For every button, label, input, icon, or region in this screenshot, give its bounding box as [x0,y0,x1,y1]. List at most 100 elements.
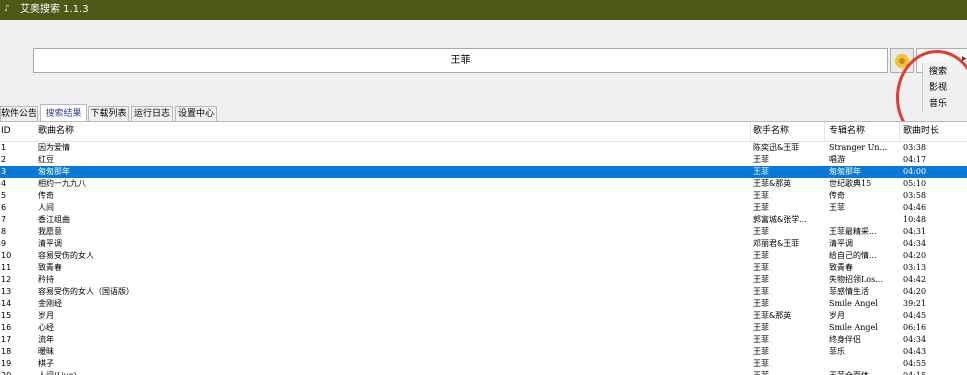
tab-run-log[interactable]: 运行日志 [131,106,173,122]
cell-song: 致青春 [38,263,62,272]
cell-singer: 邓丽君&王菲 [753,239,800,248]
cell-id: 19 [1,359,12,368]
cell-id: 16 [1,323,12,332]
cell-song: 香江组曲 [38,215,70,224]
cell-album: 失物招领Los... [829,275,883,284]
table-row[interactable]: 20人间(Live)王菲 王菲全面体...04:15 [0,370,967,375]
table-row[interactable]: 18 暧昧 王菲 菲乐 04:43 [0,346,967,358]
column-header-id[interactable]: ID [1,125,11,137]
cell-song: 容易受伤的女人（国语版） [38,287,134,296]
column-header-album[interactable]: 专辑名称 [829,125,865,137]
cell-song: 清平调 [38,239,62,248]
cell-album: 岁月 [829,311,845,320]
cell-album: 王菲全面体... [829,370,901,375]
cell-duration: 03:58 [903,191,927,200]
cell-album: 终身伴侣 [829,335,861,344]
cell-singer: 王菲 [753,203,769,212]
cell-id: 12 [1,275,12,284]
cell-song: 金刚经 [38,299,62,308]
table-row[interactable]: 11 致青春 王菲 致青春 03:13 [0,262,967,274]
table-row[interactable]: 10 容易受伤的女人 王菲 给自己的情... 04:20 [0,250,967,262]
tab-settings[interactable]: 设置中心 [175,106,217,122]
table-row[interactable]: 9 清平调 邓丽君&王菲 清平调 04:34 [0,238,967,250]
column-header-singer[interactable]: 歌手名称 [753,125,789,137]
cell-id: 4 [1,179,7,188]
cell-duration: 10:48 [903,215,927,224]
cell-duration: 04:45 [903,311,927,320]
cell-album: 菲感情生活 [829,287,869,296]
cell-duration: 04:34 [903,239,927,248]
cell-duration: 04:34 [903,335,927,344]
cell-duration: 03:13 [903,263,927,272]
table-row[interactable]: 6 人间 王菲 王菲 04:46 [0,202,967,214]
menu-item-music[interactable]: 音乐 [929,97,965,111]
column-header-duration[interactable]: 歌曲时长 [903,125,939,137]
window-title: 艾奥搜索 1.1.3 [20,4,89,15]
cell-song: 我愿意 [38,227,62,236]
cell-album: Stranger Un... [829,143,888,152]
cell-duration: 04:31 [903,227,927,236]
menu-item-video[interactable]: 影视 [929,81,965,95]
table-row[interactable]: 1 因为爱情 陈奕迅&王菲 Stranger Un... 03:38 [0,142,967,154]
table-row[interactable]: 15 岁月 王菲&那英 岁月 04:45 [0,310,967,322]
table-row[interactable]: 8 我愿意 王菲 王菲最精采... 04:31 [0,226,967,238]
cell-song: 流年 [38,335,54,344]
tab-download-list[interactable]: 下载列表 [88,106,129,122]
cell-album: Smile Angel [829,323,878,332]
cell-singer: 王菲 [753,251,769,260]
table-row[interactable]: 16 心经 王菲 Smile Angel 06:16 [0,322,967,334]
cell-album [829,358,901,370]
cell-song: 相约一九九八 [38,179,86,188]
cell-song: 棋子 [38,359,54,368]
cell-id: 7 [1,215,7,224]
table-row[interactable]: 2 红豆 王菲 唱游 04:17 [0,154,967,166]
cell-duration: 04:55 [903,359,927,368]
cell-singer: 王菲 [753,359,769,368]
menu-item-search[interactable]: 搜索 [929,65,965,79]
cell-singer: 郭富城&张学... [753,215,807,224]
cell-id: 11 [1,263,12,272]
table-row[interactable]: 7 香江组曲 郭富城&张学... 10:48 [0,214,967,226]
tab-announcement[interactable]: 软件公告 [0,106,38,122]
cell-singer: 陈奕迅&王菲 [753,143,800,152]
column-divider[interactable] [824,122,825,141]
cell-duration: 05:10 [903,179,927,188]
table-row[interactable]: 14 金刚经 王菲 Smile Angel 39:21 [0,298,967,310]
cell-singer: 王菲 [753,167,769,176]
cell-album: 王菲 [829,203,845,212]
cell-singer: 王菲&那英 [753,179,792,188]
cell-duration: 04:20 [903,251,927,260]
cell-singer: 王菲 [753,191,769,200]
table-row[interactable]: 13 容易受伤的女人（国语版） 王菲 菲感情生活 04:20 [0,286,967,298]
cell-singer: 王菲 [753,227,769,236]
cell-duration: 39:21 [903,299,927,308]
table-row[interactable]: 3 匆匆那年 王菲 匆匆那年 04:00 [0,166,967,178]
results-table[interactable]: ID 歌曲名称 歌手名称 专辑名称 歌曲时长 1 因为爱情 陈奕迅&王菲 Strang… [0,122,967,375]
table-row[interactable]: 19 棋子 王菲 04:55 [0,358,967,370]
cell-id: 13 [1,287,12,296]
search-type-button[interactable] [890,48,914,73]
cell-singer: 王菲 [753,155,769,164]
cell-id: 20 [1,370,35,375]
cell-singer: 王菲 [753,275,769,284]
cell-singer: 王菲 [753,287,769,296]
cell-singer: 王菲 [753,335,769,344]
table-row[interactable]: 5 传奇 王菲 传奇 03:58 [0,190,967,202]
column-divider[interactable] [899,122,900,141]
column-header-song[interactable]: 歌曲名称 [38,125,74,137]
cell-song: 人间(Live) [38,370,750,375]
cell-album: 唱游 [829,155,845,164]
cell-id: 18 [1,347,12,356]
cell-album: 致青春 [829,263,853,272]
cell-album: 菲乐 [829,347,845,356]
search-wheel-icon [895,54,909,68]
table-row[interactable]: 4 相约一九九八 王菲&那英 世纪歌典15 05:10 [0,178,967,190]
column-divider[interactable] [750,122,751,141]
cell-duration: 04:15 [903,370,943,375]
search-input[interactable]: 王菲 [33,48,888,73]
cell-duration: 04:20 [903,287,927,296]
cell-duration: 04:17 [903,155,927,164]
tab-search-results[interactable]: 搜索结果 [40,104,87,122]
table-row[interactable]: 12 矜持 王菲 失物招领Los... 04:42 [0,274,967,286]
table-row[interactable]: 17 流年 王菲 终身伴侣 04:34 [0,334,967,346]
